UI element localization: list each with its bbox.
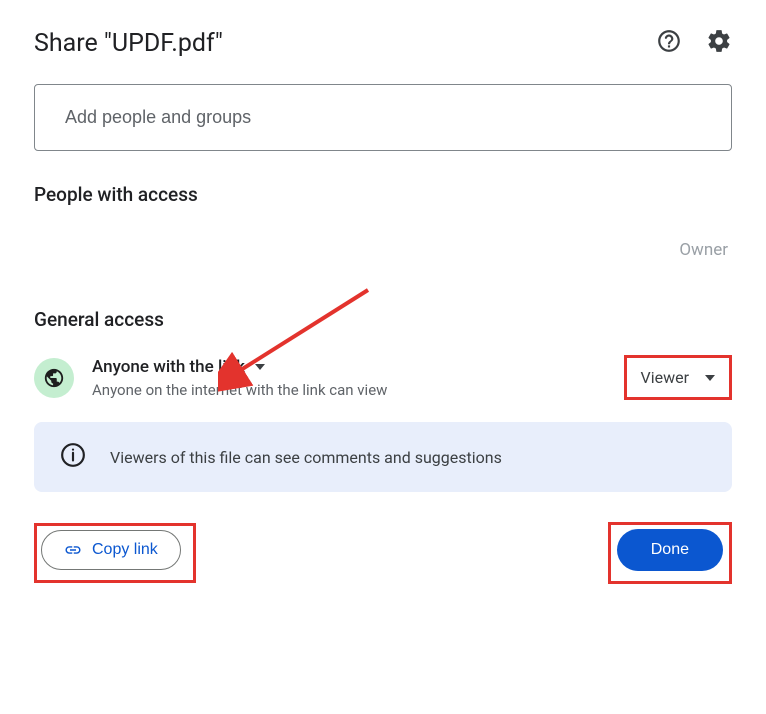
scope-dropdown[interactable]: Anyone with the link bbox=[92, 357, 387, 377]
scope-title: Anyone with the link bbox=[92, 357, 245, 377]
done-highlight: Done bbox=[608, 522, 732, 584]
dialog-header: Share "UPDF.pdf" bbox=[34, 28, 732, 58]
done-button[interactable]: Done bbox=[617, 529, 723, 571]
add-people-input[interactable] bbox=[34, 84, 732, 151]
dialog-footer: Copy link Done bbox=[34, 522, 732, 584]
access-scope-group: Anyone with the link Anyone on the inter… bbox=[34, 357, 387, 399]
globe-icon bbox=[34, 358, 74, 398]
role-dropdown[interactable]: Viewer bbox=[624, 355, 733, 400]
access-row: Anyone with the link Anyone on the inter… bbox=[34, 347, 732, 422]
chevron-down-icon bbox=[705, 375, 715, 381]
link-icon bbox=[64, 541, 82, 559]
header-actions bbox=[656, 28, 732, 58]
info-icon bbox=[60, 442, 86, 472]
people-row: Owner bbox=[34, 222, 732, 278]
general-access-heading: General access bbox=[34, 308, 732, 331]
info-text: Viewers of this file can see comments an… bbox=[110, 448, 502, 467]
role-label: Viewer bbox=[641, 368, 690, 387]
gear-icon[interactable] bbox=[706, 28, 732, 58]
scope-subtitle: Anyone on the internet with the link can… bbox=[92, 381, 387, 399]
chevron-down-icon bbox=[255, 364, 265, 370]
copy-link-label: Copy link bbox=[92, 541, 158, 559]
people-access-heading: People with access bbox=[34, 183, 732, 206]
dialog-title: Share "UPDF.pdf" bbox=[34, 29, 223, 58]
info-banner: Viewers of this file can see comments an… bbox=[34, 422, 732, 492]
owner-label: Owner bbox=[679, 240, 728, 260]
copy-link-highlight: Copy link bbox=[34, 523, 196, 583]
help-icon[interactable] bbox=[656, 28, 682, 58]
copy-link-button[interactable]: Copy link bbox=[41, 530, 181, 570]
